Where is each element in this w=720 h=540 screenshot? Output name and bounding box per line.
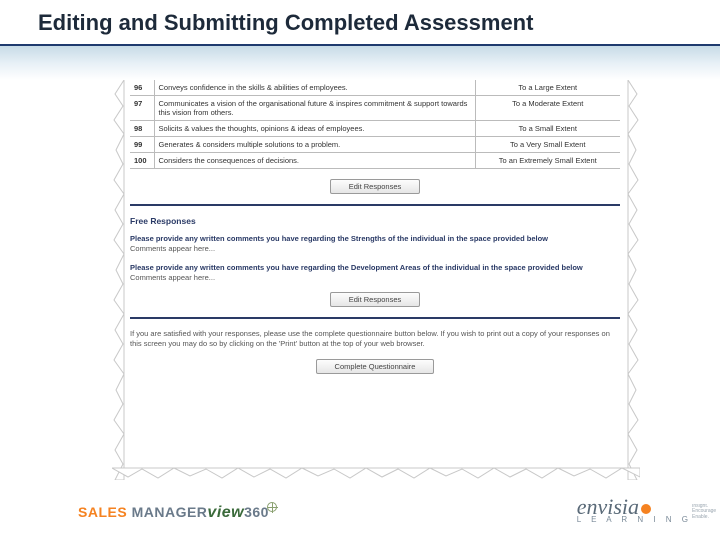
table-row: 96 Conveys confidence in the skills & ab… bbox=[130, 80, 620, 96]
torn-edge-bottom bbox=[112, 466, 640, 480]
brand-manager: MANAGER bbox=[132, 504, 208, 520]
table-row: 99 Generates & considers multiple soluti… bbox=[130, 137, 620, 153]
footer: SALES MANAGERview360 envisia L E A R N I… bbox=[0, 486, 720, 528]
row-extent: To a Small Extent bbox=[475, 121, 620, 137]
edit-responses-button[interactable]: Edit Responses bbox=[330, 292, 421, 307]
row-extent: To a Very Small Extent bbox=[475, 137, 620, 153]
strengths-placeholder: Comments appear here... bbox=[130, 244, 620, 253]
brand-sales: SALES bbox=[78, 504, 132, 520]
development-prompt: Please provide any written comments you … bbox=[130, 263, 620, 272]
row-desc: Solicits & values the thoughts, opinions… bbox=[154, 121, 475, 137]
crosshair-icon bbox=[267, 502, 277, 512]
orange-dot-icon bbox=[641, 504, 651, 514]
divider bbox=[130, 204, 620, 206]
brand-sales-manager-view360: SALES MANAGERview360 bbox=[78, 504, 277, 522]
row-desc: Generates & considers multiple solutions… bbox=[154, 137, 475, 153]
table-row: 98 Solicits & values the thoughts, opini… bbox=[130, 121, 620, 137]
row-extent: To a Moderate Extent bbox=[475, 96, 620, 121]
header-gradient bbox=[0, 46, 720, 80]
tagline: Insight. Encourage. Enable. bbox=[692, 504, 716, 521]
divider bbox=[130, 317, 620, 319]
row-extent: To an Extremely Small Extent bbox=[475, 153, 620, 169]
row-num: 96 bbox=[130, 80, 154, 96]
slide-title: Editing and Submitting Completed Assessm… bbox=[0, 0, 720, 46]
row-num: 97 bbox=[130, 96, 154, 121]
brand-envisia: envisia L E A R N I N G bbox=[577, 497, 692, 524]
envisia-sub: L E A R N I N G bbox=[577, 515, 692, 524]
row-desc: Conveys confidence in the skills & abili… bbox=[154, 80, 475, 96]
row-extent: To a Large Extent bbox=[475, 80, 620, 96]
edit-responses-button[interactable]: Edit Responses bbox=[330, 179, 421, 194]
brand-360: 360 bbox=[244, 504, 269, 520]
table-row: 100 Considers the consequences of decisi… bbox=[130, 153, 620, 169]
development-placeholder: Comments appear here... bbox=[130, 273, 620, 282]
complete-questionnaire-button[interactable]: Complete Questionnaire bbox=[316, 359, 435, 374]
row-desc: Considers the consequences of decisions. bbox=[154, 153, 475, 169]
strengths-prompt: Please provide any written comments you … bbox=[130, 234, 620, 243]
free-responses-heading: Free Responses bbox=[130, 216, 620, 226]
assessment-table: 96 Conveys confidence in the skills & ab… bbox=[130, 80, 620, 169]
completion-instructions: If you are satisfied with your responses… bbox=[130, 329, 620, 349]
row-num: 100 bbox=[130, 153, 154, 169]
row-num: 99 bbox=[130, 137, 154, 153]
assessment-panel: 96 Conveys confidence in the skills & ab… bbox=[120, 80, 630, 394]
table-row: 97 Communicates a vision of the organisa… bbox=[130, 96, 620, 121]
row-num: 98 bbox=[130, 121, 154, 137]
row-desc: Communicates a vision of the organisatio… bbox=[154, 96, 475, 121]
brand-view: view bbox=[207, 504, 244, 521]
